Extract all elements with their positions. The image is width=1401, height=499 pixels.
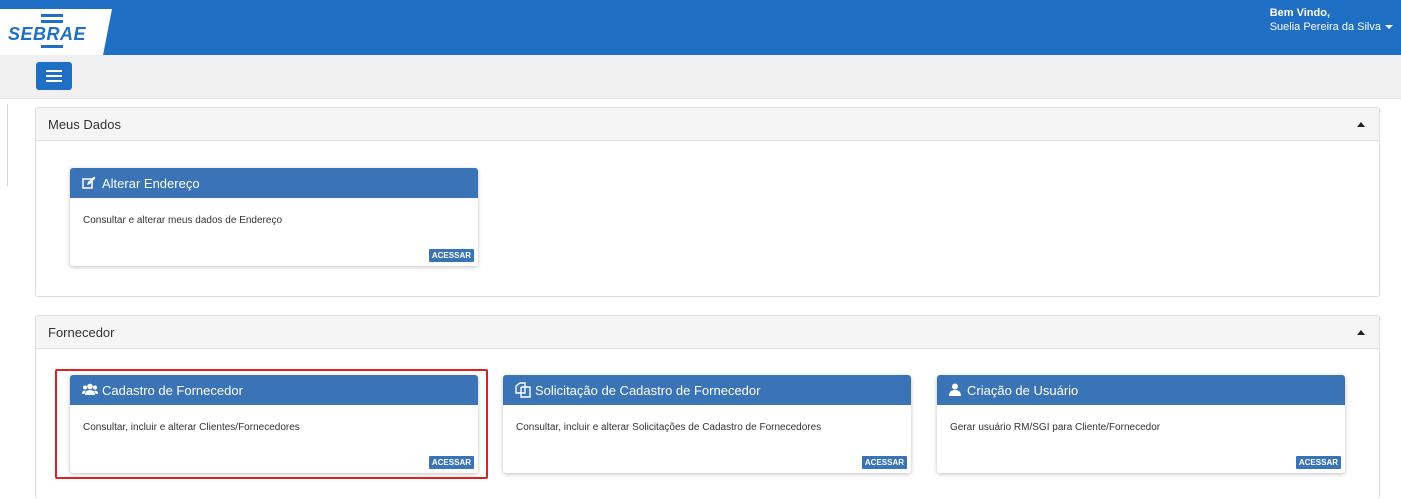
card-description: Gerar usuário RM/SGI para Cliente/Fornec… <box>950 422 1161 433</box>
card-cadastro-fornecedor: Cadastro de Fornecedor Consultar, inclui… <box>70 375 478 473</box>
user-icon <box>949 383 961 396</box>
card-solicitacao-cadastro: Solicitação de Cadastro de Fornecedor Co… <box>503 375 911 473</box>
user-dropdown-toggle[interactable]: Suelia Pereira da Silva <box>1270 20 1393 34</box>
card-description: Consultar e alterar meus dados de Endere… <box>83 215 283 226</box>
top-navbar: SEBRAE Bem Vindo, Suelia Pereira da Silv… <box>0 0 1401 55</box>
panel-header: Meus Dados <box>36 108 1379 141</box>
chevron-up-icon[interactable] <box>1357 330 1365 335</box>
welcome-label: Bem Vindo, <box>1269 7 1331 19</box>
acessar-button[interactable]: ACESSAR <box>861 456 907 469</box>
acessar-button[interactable]: ACESSAR <box>428 249 474 262</box>
card-criacao-usuario: Criação de Usuário Gerar usuário RM/SGI … <box>937 375 1345 473</box>
card-title: Criação de Usuário <box>967 383 1079 398</box>
card-header: Criação de Usuário <box>937 375 1345 405</box>
copy-icon <box>515 382 531 398</box>
toolbar <box>0 55 1401 99</box>
panel-fornecedor: Fornecedor Cadastro de Fornecedor Consul… <box>35 315 1380 499</box>
side-marker <box>7 104 8 186</box>
card-description: Consultar, incluir e alterar Solicitaçõe… <box>516 422 822 433</box>
card-title: Cadastro de Fornecedor <box>102 383 243 398</box>
user-menu[interactable]: Bem Vindo, Suelia Pereira da Silva <box>1270 6 1393 34</box>
caret-down-icon <box>1385 25 1393 29</box>
chevron-up-icon[interactable] <box>1357 122 1365 127</box>
hamburger-icon <box>46 70 62 72</box>
logo-text: SEBRAE <box>8 24 87 44</box>
user-name: Suelia Pereira da Silva <box>1269 21 1381 33</box>
acessar-button[interactable]: ACESSAR <box>428 456 474 469</box>
sebrae-logo[interactable]: SEBRAE <box>0 9 112 55</box>
menu-toggle-button[interactable] <box>36 62 72 90</box>
card-description: Consultar, incluir e alterar Clientes/Fo… <box>83 422 300 433</box>
card-header: Solicitação de Cadastro de Fornecedor <box>503 375 911 405</box>
panel-title: Fornecedor <box>48 325 115 340</box>
card-header: Alterar Endereço <box>70 168 478 198</box>
panel-meus-dados: Meus Dados Alterar Endereço Consultar e … <box>35 107 1380 297</box>
acessar-button[interactable]: ACESSAR <box>1295 456 1341 469</box>
card-header: Cadastro de Fornecedor <box>70 375 478 405</box>
panel-header: Fornecedor <box>36 316 1379 349</box>
users-icon <box>82 383 98 395</box>
card-alterar-endereco: Alterar Endereço Consultar e alterar meu… <box>70 168 478 266</box>
edit-icon <box>82 176 96 189</box>
card-title: Alterar Endereço <box>102 176 200 191</box>
panel-title: Meus Dados <box>48 117 121 132</box>
card-title: Solicitação de Cadastro de Fornecedor <box>535 383 761 398</box>
